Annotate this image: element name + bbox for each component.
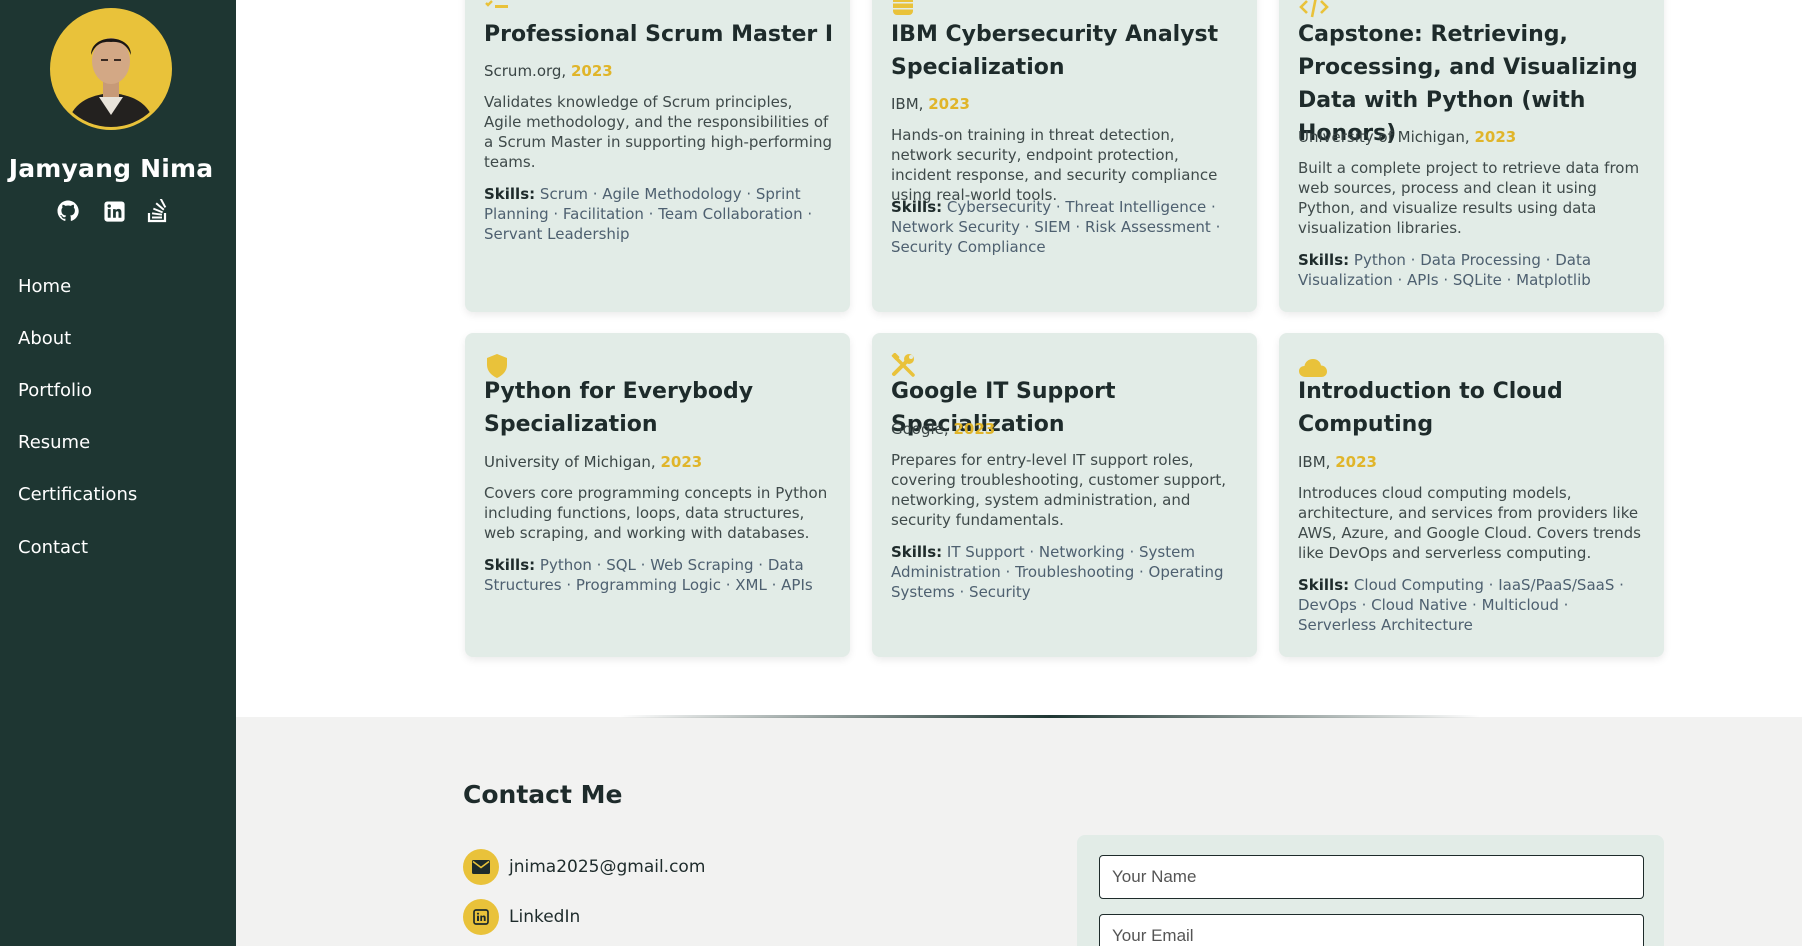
cert-issuer: Google, 2023 bbox=[891, 420, 996, 438]
name-input[interactable] bbox=[1099, 855, 1644, 899]
cert-card-google-it: Google IT Support Specialization Google,… bbox=[872, 333, 1257, 657]
cert-description: Covers core programming concepts in Pyth… bbox=[484, 484, 828, 542]
cert-year: 2023 bbox=[1335, 453, 1377, 471]
contact-email[interactable]: jnima2025@gmail.com bbox=[509, 857, 705, 877]
cert-year: 2023 bbox=[1474, 128, 1517, 146]
avatar bbox=[50, 8, 172, 130]
cert-issuer: Scrum.org, 2023 bbox=[484, 62, 613, 80]
cert-skills: Skills: Scrum · Agile Methodology · Spri… bbox=[484, 185, 813, 243]
cert-description: Prepares for entry-level IT support role… bbox=[891, 451, 1227, 529]
cert-skills: Skills: Python · Data Processing · Data … bbox=[1298, 251, 1592, 289]
profile-name: Jamyang Nima bbox=[8, 154, 214, 183]
cert-card-scrum: Professional Scrum Master I Scrum.org, 2… bbox=[465, 0, 850, 312]
cert-year: 2023 bbox=[928, 95, 970, 113]
nav-home[interactable]: Home bbox=[18, 276, 71, 297]
envelope-icon bbox=[463, 849, 499, 885]
cert-year: 2023 bbox=[570, 62, 613, 80]
github-link[interactable] bbox=[55, 198, 81, 224]
sidebar: Jamyang Nima Home About Portfolio Resume… bbox=[0, 0, 236, 946]
cert-card-cloud: Introduction to Cloud Computing IBM, 202… bbox=[1279, 333, 1664, 657]
contact-linkedin[interactable]: LinkedIn bbox=[509, 907, 580, 927]
nav-certifications[interactable]: Certifications bbox=[18, 484, 137, 505]
cert-skills: Skills: Cloud Computing · IaaS/PaaS/SaaS… bbox=[1298, 576, 1624, 634]
cert-year: 2023 bbox=[953, 420, 996, 438]
cert-issuer: University of Michigan, 2023 bbox=[484, 453, 703, 471]
linkedin-icon bbox=[103, 200, 125, 222]
cert-description: Introduces cloud computing models, archi… bbox=[1298, 484, 1641, 562]
cert-description: Built a complete project to retrieve dat… bbox=[1298, 159, 1640, 237]
nav-portfolio[interactable]: Portfolio bbox=[18, 380, 92, 401]
nav-contact[interactable]: Contact bbox=[18, 537, 88, 558]
linkedin-link[interactable] bbox=[101, 198, 127, 224]
social-links bbox=[52, 198, 172, 224]
cert-year: 2023 bbox=[660, 453, 703, 471]
stackoverflow-icon bbox=[147, 199, 167, 223]
email-input[interactable] bbox=[1099, 914, 1644, 946]
cert-issuer: IBM, 2023 bbox=[1298, 453, 1377, 471]
contact-email-row[interactable]: jnima2025@gmail.com bbox=[463, 849, 705, 885]
cert-title: Python for Everybody Specialization bbox=[484, 379, 754, 437]
cert-title: IBM Cybersecurity Analyst Specialization bbox=[891, 22, 1219, 80]
cert-issuer: IBM, 2023 bbox=[891, 95, 970, 113]
cert-description: Hands-on training in threat detection, n… bbox=[891, 126, 1218, 204]
cert-card-python: Python for Everybody Specialization Univ… bbox=[465, 333, 850, 657]
cert-card-ibm-cyber: IBM Cybersecurity Analyst Specialization… bbox=[872, 0, 1257, 312]
cert-skills: Skills: Python · SQL · Web Scraping · Da… bbox=[484, 556, 813, 594]
contact-title: Contact Me bbox=[463, 780, 623, 809]
github-icon bbox=[57, 200, 79, 221]
contact-form bbox=[1077, 835, 1664, 946]
section-divider bbox=[620, 715, 1480, 718]
linkedin-icon bbox=[463, 899, 499, 935]
cert-title: Professional Scrum Master I bbox=[484, 22, 834, 47]
nav-resume[interactable]: Resume bbox=[18, 432, 90, 453]
cert-description: Validates knowledge of Scrum principles,… bbox=[484, 93, 832, 171]
cert-skills: Skills: Cybersecurity · Threat Intellige… bbox=[891, 198, 1221, 256]
nav-about[interactable]: About bbox=[18, 328, 71, 349]
cert-card-capstone: Capstone: Retrieving, Processing, and Vi… bbox=[1279, 0, 1664, 312]
contact-linkedin-row[interactable]: LinkedIn bbox=[463, 899, 580, 935]
cert-skills: Skills: IT Support · Networking · System… bbox=[891, 543, 1224, 601]
cert-title: Introduction to Cloud Computing bbox=[1298, 379, 1563, 437]
cert-issuer: University of Michigan, 2023 bbox=[1298, 128, 1517, 146]
stackoverflow-link[interactable] bbox=[145, 198, 171, 224]
